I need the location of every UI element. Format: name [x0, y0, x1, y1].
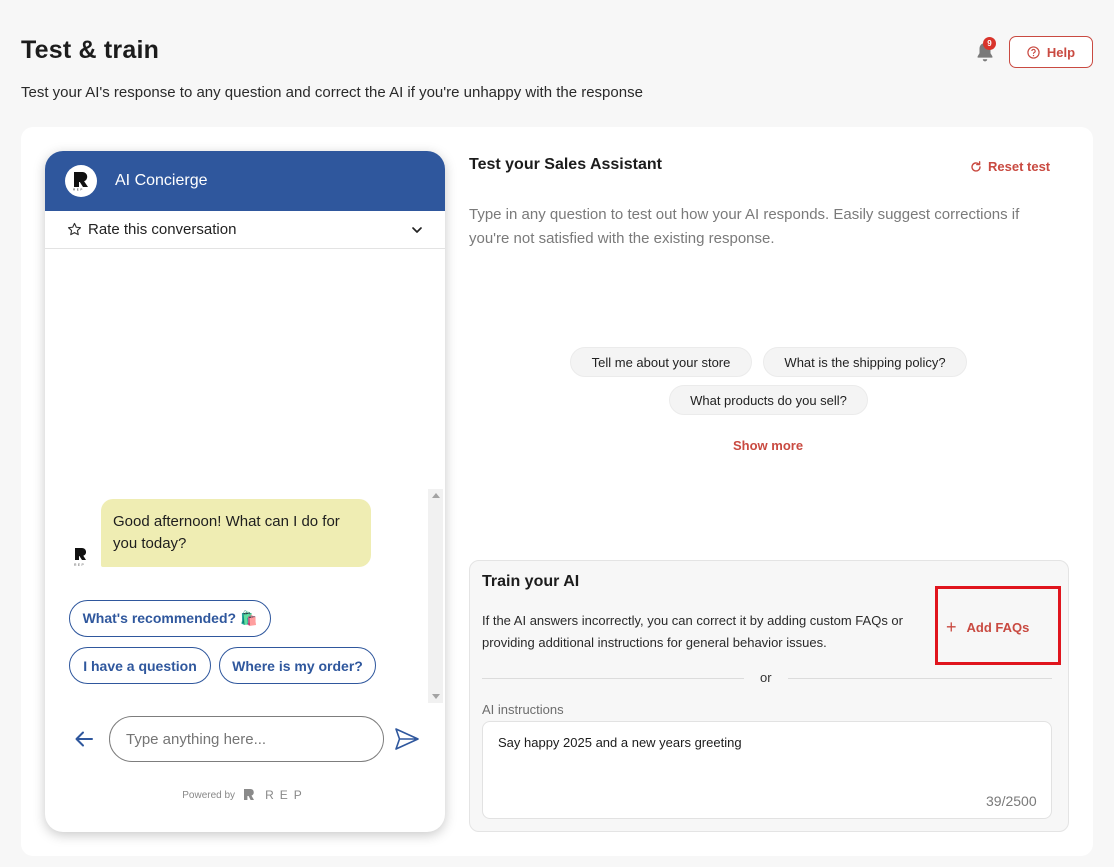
or-divider: or — [482, 669, 1052, 687]
rate-label: Rate this conversation — [88, 221, 237, 238]
notification-badge: 9 — [983, 37, 996, 50]
svg-text:REP: REP — [74, 563, 85, 567]
suggestion-shipping-policy[interactable]: What is the shipping policy? — [763, 347, 967, 377]
ai-instructions-label: AI instructions — [482, 702, 564, 717]
ai-instructions-value: Say happy 2025 and a new years greeting — [498, 735, 742, 750]
train-title: Train your AI — [482, 573, 580, 590]
suggestion-what-products[interactable]: What products do you sell? — [669, 385, 868, 415]
chat-input-row — [45, 716, 445, 762]
send-icon[interactable] — [394, 726, 420, 752]
reset-test-label: Reset test — [988, 159, 1051, 174]
test-panel-description: Type in any question to test out how you… — [469, 206, 1020, 247]
chip-whats-recommended[interactable]: What's recommended? 🛍️ — [69, 600, 271, 637]
plus-icon: + — [946, 617, 957, 637]
test-panel-title: Test your Sales Assistant — [469, 156, 662, 173]
chat-message-input[interactable] — [109, 716, 384, 762]
page-title: Test & train — [21, 36, 160, 64]
show-more-link[interactable]: Show more — [733, 438, 803, 453]
chat-header: REP AI Concierge — [45, 151, 445, 211]
reset-test-button[interactable]: Reset test — [970, 159, 1050, 174]
chat-title: AI Concierge — [115, 172, 208, 189]
divider-line-left — [482, 678, 744, 679]
chat-widget: REP AI Concierge Rate this conversation … — [45, 151, 445, 832]
help-button[interactable]: Help — [1009, 36, 1093, 68]
chat-scrollbar[interactable] — [428, 489, 443, 703]
rep-logo-icon: REP — [65, 165, 97, 197]
back-arrow-icon[interactable] — [73, 728, 95, 750]
help-label: Help — [1046, 44, 1076, 60]
character-count: 39/2500 — [986, 793, 1037, 809]
reset-icon — [971, 160, 981, 172]
rep-mark-icon — [244, 789, 255, 800]
rep-wordmark: REP — [265, 788, 308, 802]
powered-by-label: Powered by — [182, 789, 236, 801]
svg-text:REP: REP — [73, 188, 84, 191]
add-faqs-label: Add FAQs — [966, 620, 1030, 635]
scroll-up-arrow-icon[interactable] — [432, 493, 440, 498]
suggestion-tell-me-about-store[interactable]: Tell me about your store — [570, 347, 752, 377]
chip-i-have-a-question[interactable]: I have a question — [69, 647, 211, 684]
chip-where-is-my-order[interactable]: Where is my order? — [219, 647, 376, 684]
powered-by-footer: Powered by REP — [45, 788, 445, 802]
page-subtitle: Test your AI's response to any question … — [21, 84, 643, 101]
help-circle-icon — [1027, 45, 1040, 59]
star-icon — [67, 222, 82, 236]
divider-line-right — [788, 678, 1052, 679]
train-description: If the AI answers incorrectly, you can c… — [482, 613, 903, 650]
chevron-down-icon — [412, 226, 422, 233]
bot-message-bubble: Good afternoon! What can I do for you to… — [101, 499, 371, 567]
scroll-down-arrow-icon[interactable] — [432, 694, 440, 699]
bot-avatar-icon: REP — [74, 547, 87, 567]
add-faqs-button[interactable]: + Add FAQs — [946, 617, 1030, 637]
rate-conversation-toggle[interactable]: Rate this conversation — [45, 211, 445, 249]
or-label: or — [760, 670, 772, 685]
